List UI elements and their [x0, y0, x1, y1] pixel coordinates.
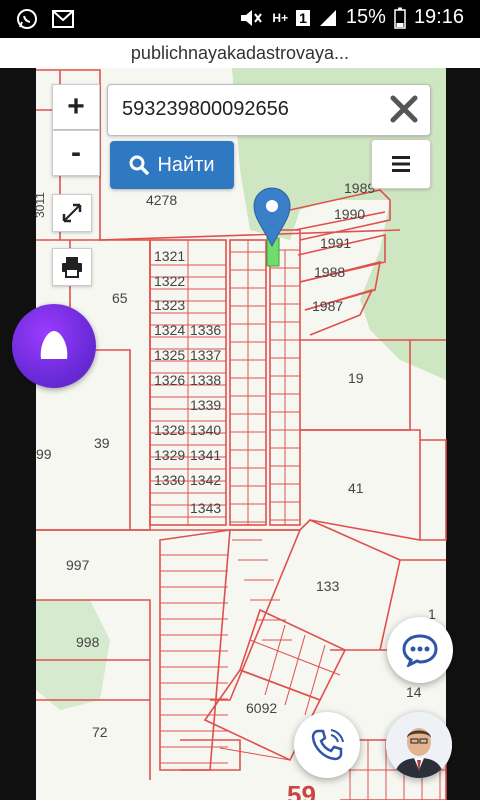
parcel-number-label: 1340 — [190, 422, 222, 438]
parcel-number-label: 1329 — [154, 447, 186, 463]
whatsapp-icon — [17, 9, 37, 29]
parcel-number-label: 1321 — [154, 248, 186, 264]
parcel-number-label: 1322 — [154, 273, 186, 289]
zoom-out-button[interactable]: - — [52, 130, 100, 176]
parcel-number-label: 1337 — [190, 347, 222, 363]
find-button[interactable]: Найти — [110, 141, 234, 189]
parcel-number-label: 1328 — [154, 422, 186, 438]
consultant-photo-icon — [386, 712, 452, 778]
parcel-number-label: 997 — [66, 557, 90, 573]
parcel-number-label: 1323 — [154, 297, 186, 313]
call-button[interactable] — [294, 712, 360, 778]
zoom-in-button[interactable]: + — [52, 84, 100, 130]
parcel-number-label: 1988 — [314, 264, 346, 280]
parcel-number-label: 72 — [92, 724, 108, 740]
parcel-number-label: 1987 — [312, 298, 344, 314]
print-button[interactable] — [52, 248, 92, 286]
cadastral-number-input[interactable] — [122, 94, 372, 124]
parcel-number-label: 41 — [348, 480, 364, 496]
find-button-label: Найти — [157, 153, 215, 176]
consultant-avatar[interactable] — [386, 712, 452, 778]
parcel-number-label: 1990 — [334, 206, 366, 222]
parcel-number-label: 65 — [112, 290, 128, 306]
battery-percent: 15% — [345, 6, 386, 28]
phone-icon — [311, 729, 344, 761]
menu-button[interactable] — [371, 139, 431, 189]
signal-icon — [319, 9, 336, 26]
parcel-number-label: 1341 — [190, 447, 222, 463]
parcel-number-label: 1339 — [190, 397, 222, 413]
parcel-number-label: 1343 — [190, 500, 222, 516]
fullscreen-button[interactable] — [52, 194, 92, 232]
parcel-number-label: 1342 — [190, 472, 222, 488]
search-icon — [129, 155, 150, 175]
assistant-icon — [40, 331, 68, 359]
map-right-edge — [446, 68, 480, 800]
status-bar: H+ 1 15% 19:16 — [0, 0, 480, 38]
parcel-number-label: 19 — [348, 370, 364, 386]
parcel-number-label: 14 — [406, 684, 422, 700]
parcel-number-label: 1326 — [154, 372, 186, 388]
parcel-number-label: 1991 — [320, 235, 352, 251]
parcel-number-label: 4278 — [146, 192, 178, 208]
parcel-number-label: 3011 — [33, 192, 47, 218]
parcel-number-label: 99 — [36, 446, 52, 462]
chat-icon — [402, 634, 438, 667]
browser-url-bar[interactable]: publichnayakadastrovaya... — [0, 38, 480, 69]
sim-indicator: 1 — [296, 9, 310, 26]
clear-search-icon[interactable] — [388, 93, 420, 125]
zoom-in-label: + — [67, 90, 85, 123]
parcel-number-label: 1325 — [154, 347, 186, 363]
parcel-number-label: 1330 — [154, 472, 186, 488]
parcel-number-label: 1338 — [190, 372, 222, 388]
parcel-number-label: 1336 — [190, 322, 222, 338]
hamburger-menu-icon — [392, 156, 410, 172]
url-text: publichnayakadastrovaya... — [130, 42, 350, 63]
cadastral-search-box — [107, 84, 431, 136]
battery-icon — [394, 7, 406, 29]
clock: 19:16 — [413, 6, 464, 28]
parcel-number-label: 59 — [287, 780, 316, 800]
status-bar-system: H+ 1 15% 19:16 — [238, 6, 464, 29]
printer-icon — [62, 257, 82, 278]
parcel-number-label: 998 — [76, 634, 100, 650]
voice-assistant-button[interactable] — [12, 304, 96, 388]
map-left-edge — [0, 68, 36, 800]
parcel-number-label: 1324 — [154, 322, 186, 338]
zoom-out-label: - — [71, 136, 81, 169]
network-type: H+ — [272, 10, 289, 25]
parcel-number-label: 39 — [94, 435, 110, 451]
status-bar-notifications — [16, 8, 74, 30]
parcel-number-label: 6092 — [246, 700, 278, 716]
mail-icon — [52, 10, 74, 28]
chat-button[interactable] — [387, 617, 453, 683]
fullscreen-icon — [62, 203, 82, 223]
mute-icon — [241, 9, 263, 26]
parcel-number-label: 133 — [316, 578, 340, 594]
